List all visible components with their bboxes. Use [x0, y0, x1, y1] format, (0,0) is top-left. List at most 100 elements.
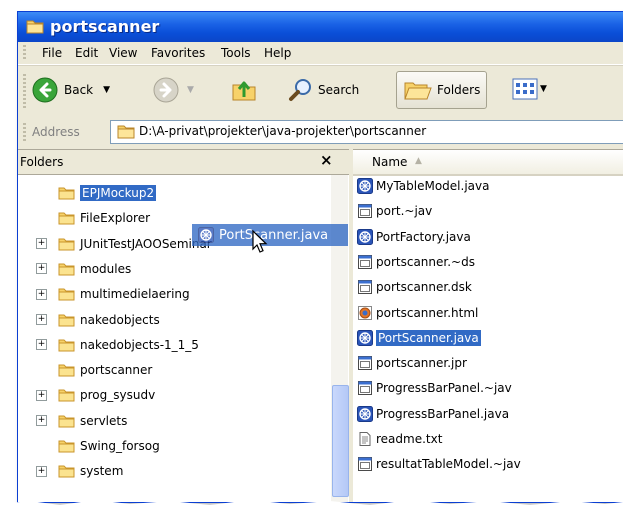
forward-dropdown-icon[interactable]: ▼ — [187, 85, 194, 95]
tree-item[interactable]: + multimedielaering — [36, 284, 190, 304]
expand-icon[interactable]: + — [36, 389, 47, 401]
back-button[interactable]: Back ▼ — [32, 77, 110, 103]
folders-pane-header: Folders × — [18, 150, 349, 175]
tree-item-label: Swing_forsog — [80, 439, 160, 453]
back-label: Back — [64, 83, 94, 97]
tree-item[interactable]: portscanner — [58, 360, 152, 380]
name-column-header[interactable]: Name ▲ — [353, 150, 623, 176]
expand-icon[interactable]: + — [36, 465, 47, 477]
toolbar-grip[interactable] — [23, 74, 26, 108]
generic-file-icon — [357, 380, 373, 396]
folders-pane-title: Folders — [20, 155, 64, 169]
tree-item-label: nakedobjects-1_1_5 — [80, 337, 199, 352]
menu-tools[interactable]: Tools — [221, 46, 251, 60]
tree-item[interactable]: FileExplorer — [58, 208, 150, 228]
folder-icon — [117, 125, 135, 139]
standard-toolbar: Back ▼ ▼ Search Folders ▼ — [18, 65, 623, 117]
tree-item-label: system — [80, 464, 124, 479]
file-item[interactable]: portscanner.dsk — [353, 277, 472, 297]
tree-item-label: portscanner — [80, 363, 153, 378]
file-item[interactable]: resultatTableModel.~jav — [353, 454, 521, 474]
folders-icon — [404, 82, 432, 100]
menu-view[interactable]: View — [109, 46, 137, 60]
expand-icon[interactable]: + — [36, 288, 47, 300]
folder-icon — [58, 237, 75, 251]
sort-ascending-icon: ▲ — [415, 156, 422, 166]
folder-icon — [58, 287, 75, 301]
tree-item[interactable]: + modules — [36, 259, 132, 279]
file-item[interactable]: MyTableModel.java — [353, 176, 489, 196]
address-label: Address — [32, 125, 80, 139]
file-item[interactable]: port.~jav — [353, 201, 432, 221]
menu-bar: File Edit View Favorites Tools Help — [18, 42, 623, 65]
folder-icon — [58, 464, 75, 478]
expand-icon[interactable]: + — [36, 339, 47, 351]
tree-item[interactable]: + servlets — [36, 411, 128, 431]
generic-file-icon — [357, 203, 373, 219]
scrollbar-thumb[interactable] — [332, 385, 349, 497]
menu-edit[interactable]: Edit — [75, 46, 98, 60]
back-dropdown-icon[interactable]: ▼ — [103, 85, 110, 95]
title-bar[interactable]: portscanner — [18, 12, 623, 42]
expand-icon[interactable]: + — [36, 314, 47, 325]
file-name: portscanner.html — [376, 305, 479, 320]
file-item[interactable]: ProgressBarPanel.~jav — [353, 378, 512, 398]
folder-icon — [58, 388, 75, 402]
file-name: resultatTableModel.~jav — [376, 457, 521, 472]
file-name: ProgressBarPanel.~jav — [376, 381, 512, 396]
file-name: portscanner.~ds — [376, 254, 475, 269]
tree-item[interactable]: + nakedobjects-1_1_5 — [36, 335, 199, 355]
torn-edge — [0, 500, 623, 519]
folder-icon — [58, 338, 75, 352]
folder-icon — [58, 313, 75, 327]
file-item[interactable]: portscanner.jpr — [353, 353, 467, 373]
folders-button[interactable]: Folders — [396, 71, 488, 109]
file-item[interactable]: portscanner.html — [353, 303, 478, 323]
tree-item[interactable]: + prog_sysudv — [36, 385, 155, 405]
text-file-icon — [357, 431, 373, 447]
expand-icon[interactable]: + — [36, 238, 47, 250]
file-item[interactable]: ProgressBarPanel.java — [353, 404, 509, 424]
expand-icon[interactable]: + — [36, 415, 47, 427]
java-file-icon — [357, 330, 373, 346]
folder-icon — [58, 186, 75, 200]
folder-icon — [58, 414, 75, 428]
expand-icon[interactable]: + — [36, 263, 47, 275]
folders-label: Folders — [437, 83, 481, 97]
file-name: portscanner.jpr — [376, 356, 467, 371]
drag-label: PortScanner.java — [219, 227, 329, 243]
search-button[interactable]: Search — [288, 77, 359, 103]
folder-icon — [58, 439, 75, 453]
forward-button[interactable]: ▼ — [153, 77, 194, 103]
views-button[interactable]: ▼ — [512, 77, 547, 101]
explorer-window: portscanner File Edit View Favorites Too… — [17, 11, 623, 503]
tree-item-label: FileExplorer — [80, 211, 151, 226]
tree-item-label: servlets — [80, 413, 128, 428]
file-name: readme.txt — [376, 432, 443, 446]
menu-help[interactable]: Help — [264, 46, 291, 60]
tree-item[interactable]: + nakedobjects — [36, 310, 160, 330]
views-dropdown-icon[interactable]: ▼ — [540, 84, 547, 94]
menu-grip[interactable] — [23, 45, 26, 61]
close-icon[interactable]: × — [320, 151, 333, 169]
up-folder-icon — [232, 81, 256, 101]
folder-icon — [58, 211, 75, 225]
menu-favorites[interactable]: Favorites — [151, 46, 205, 60]
folder-icon — [26, 20, 44, 34]
tree-item[interactable]: EPJMockup2 — [58, 183, 157, 203]
up-folder-button[interactable] — [230, 75, 258, 103]
tree-item[interactable]: + system — [36, 461, 124, 481]
file-item[interactable]: readme.txt — [353, 429, 442, 449]
tree-item[interactable]: + JUnitTestJAOOSeminar — [36, 234, 212, 254]
file-item[interactable]: PortScanner.java — [353, 328, 481, 348]
generic-file-icon — [357, 355, 373, 371]
tree-item-label: modules — [80, 261, 132, 276]
address-field[interactable]: D:\A-privat\projekter\java-projekter\por… — [110, 120, 623, 144]
html-file-icon — [357, 305, 373, 321]
file-item[interactable]: PortFactory.java — [353, 227, 471, 247]
address-grip[interactable] — [23, 123, 26, 141]
tree-item[interactable]: Swing_forsog — [58, 436, 160, 456]
file-item[interactable]: portscanner.~ds — [353, 252, 475, 272]
address-bar: Address D:\A-privat\projekter\java-proje… — [18, 116, 623, 148]
menu-file[interactable]: File — [42, 46, 62, 60]
